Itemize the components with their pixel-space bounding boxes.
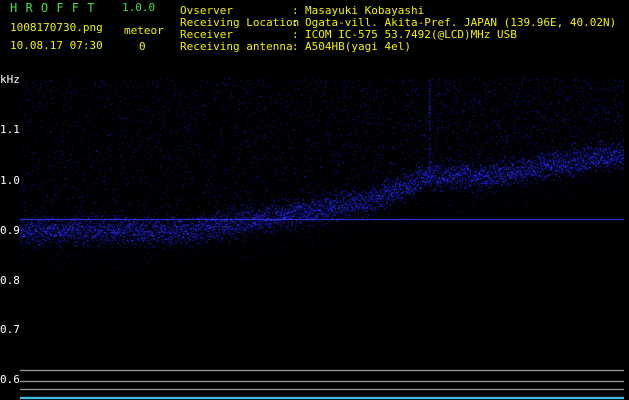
y-tick-label: 0.9 xyxy=(0,224,20,237)
y-tick-label: 0.7 xyxy=(0,323,20,336)
y-axis-unit: kHz xyxy=(0,73,20,86)
info-label-antenna: Receiving antenna xyxy=(180,40,293,53)
app-version: 1.0.0 xyxy=(122,1,156,14)
app-title: H R O F F T xyxy=(10,1,95,15)
meteor-label: meteor xyxy=(124,24,164,37)
info-colon: : xyxy=(292,40,299,53)
spectrogram-canvas xyxy=(20,78,624,400)
spectrogram-panel xyxy=(20,78,624,400)
meteor-count: 0 xyxy=(139,40,146,53)
y-tick-label: 0.6 xyxy=(0,373,20,386)
y-tick-label: 1.0 xyxy=(0,174,20,187)
y-tick-label: 1.1 xyxy=(0,123,20,136)
file-name: 1008170730.png xyxy=(10,21,103,34)
info-value-antenna: A504HB(yagi 4el) xyxy=(305,40,411,53)
file-datetime: 10.08.17 07:30 xyxy=(10,39,103,52)
y-tick-label: 0.8 xyxy=(0,274,20,287)
header-panel: H R O F F T 1.0.0 1008170730.png 10.08.1… xyxy=(0,0,629,74)
